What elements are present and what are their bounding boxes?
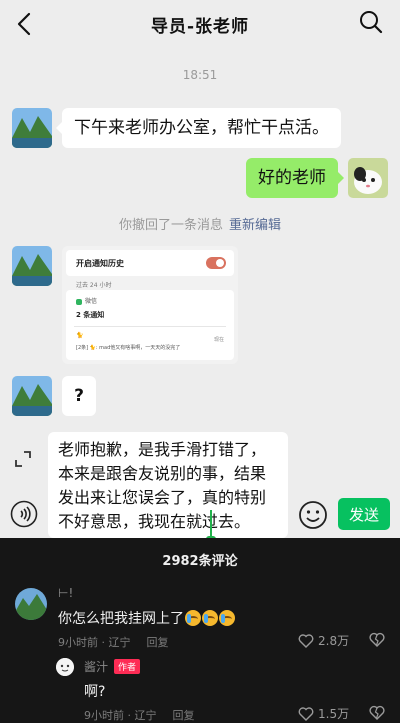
voice-icon	[10, 500, 38, 528]
comments-panel: 2982条评论 ⊢! 你怎么把我挂网上了 9小时前 · 辽宁 回复 2.8万 酱汁…	[0, 538, 400, 723]
expand-icon	[15, 451, 31, 467]
heart-icon	[298, 633, 314, 648]
emoji-button[interactable]	[298, 500, 328, 530]
crying-emoji-icon	[185, 610, 201, 626]
message-bubble-teacher[interactable]: 下午来老师办公室，帮忙干点活。	[56, 108, 341, 148]
teacher-avatar[interactable]	[12, 108, 52, 148]
broken-heart-icon	[369, 632, 385, 647]
message-timestamp: 18:51	[182, 68, 218, 82]
message-bubble-question[interactable]: ?	[62, 376, 96, 416]
chat-header: 导员-张老师	[0, 0, 400, 48]
comment-meta: 9小时前 · 辽宁 回复	[84, 707, 195, 723]
notification-count: 2 条通知	[76, 311, 105, 319]
like-count: 2.8万	[318, 634, 350, 648]
reply-button[interactable]: 回复	[147, 636, 169, 649]
back-button[interactable]	[10, 9, 40, 39]
notification-sender: 🐈	[76, 332, 84, 339]
dislike-button[interactable]	[368, 631, 386, 649]
recall-notice: 你撤回了一条消息 重新编辑	[0, 214, 400, 233]
landscape-avatar	[12, 108, 52, 148]
voice-button[interactable]	[10, 500, 38, 528]
author-name[interactable]: 酱汁 作者	[84, 658, 141, 675]
self-avatar[interactable]	[348, 158, 388, 198]
past-24h-label: 过去 24 小时	[76, 282, 112, 289]
crying-emoji-icon	[202, 610, 218, 626]
commenter-avatar[interactable]	[15, 588, 47, 620]
screenshot-image-message[interactable]: 开启通知历史 过去 24 小时 微信 2 条通知 🐈 现在 [2条] 🐈: ma…	[62, 246, 238, 364]
emoji-icon	[299, 501, 327, 529]
comment-text[interactable]: 你怎么把我挂网上了	[58, 608, 235, 628]
landscape-avatar	[12, 376, 52, 416]
search-button[interactable]	[356, 7, 386, 37]
notification-message: [2条] 🐈: mad他又有啥事啊，一天天的没完了	[76, 345, 181, 351]
wechat-app-label: 微信	[76, 296, 97, 305]
toggle-icon	[206, 257, 226, 269]
commenter-name[interactable]: ⊢!	[58, 586, 73, 600]
like-count: 1.5万	[318, 707, 350, 721]
broken-heart-icon	[369, 705, 385, 720]
teacher-avatar[interactable]	[12, 246, 52, 286]
message-bubble-self[interactable]: 好的老师	[246, 158, 344, 198]
teacher-avatar[interactable]	[12, 376, 52, 416]
author-badge: 作者	[114, 659, 141, 674]
landscape-avatar	[12, 246, 52, 286]
search-icon	[360, 11, 383, 34]
like-button[interactable]: 2.8万	[298, 632, 349, 649]
heart-icon	[298, 706, 314, 721]
notification-time: 现在	[213, 337, 224, 343]
notification-history-label: 开启通知历史	[76, 259, 124, 268]
wechat-icon	[76, 298, 82, 305]
dislike-button[interactable]	[368, 704, 386, 722]
expand-button[interactable]	[10, 446, 36, 472]
back-arrow-icon	[17, 12, 31, 36]
message-input[interactable]: 老师抱歉，是我手滑打错了，本来是跟舍友说别的事，结果发出来让您误会了，真的特别不…	[48, 432, 288, 538]
author-avatar[interactable]	[56, 658, 74, 676]
comment-time: 9小时前 · 辽宁	[84, 709, 157, 722]
cat-avatar	[348, 158, 388, 198]
divider	[74, 326, 226, 327]
chat-area: 18:51 下午来老师办公室，帮忙干点活。 好的老师 你撤回了一条消息重新编辑	[0, 48, 400, 542]
comment-count: 2982条评论	[162, 554, 238, 569]
re-edit-link[interactable]: 重新编辑	[229, 218, 281, 233]
crying-emoji-icon	[219, 610, 235, 626]
send-button[interactable]: 发送	[338, 498, 390, 530]
comment-meta: 9小时前 · 辽宁 回复	[58, 634, 169, 650]
notification-card: 微信 2 条通知 🐈 现在 [2条] 🐈: mad他又有啥事啊，一天天的没完了	[66, 290, 234, 360]
chat-title: 导员-张老师	[150, 16, 250, 37]
comment-time: 9小时前 · 辽宁	[58, 636, 131, 649]
text-cursor-handle[interactable]	[206, 510, 216, 542]
reply-text[interactable]: 啊?	[84, 681, 105, 701]
landscape-avatar	[15, 588, 47, 620]
recall-text: 你撤回了一条消息	[118, 218, 223, 233]
reply-button[interactable]: 回复	[173, 709, 195, 722]
cartoon-avatar	[56, 658, 74, 676]
notification-history-row: 开启通知历史	[66, 250, 234, 276]
like-button[interactable]: 1.5万	[298, 705, 349, 722]
